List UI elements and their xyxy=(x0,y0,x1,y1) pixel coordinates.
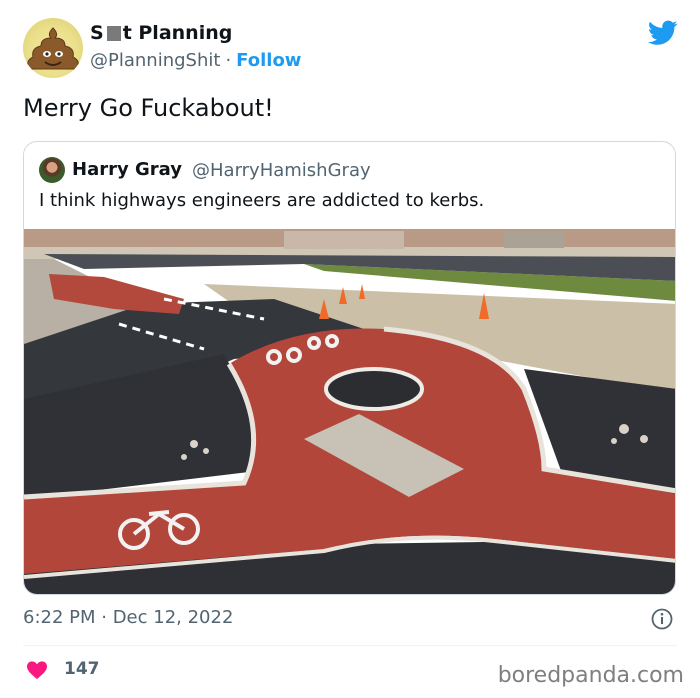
author-name-prefix: S xyxy=(90,22,104,44)
info-icon[interactable] xyxy=(651,608,673,630)
like-count: 147 xyxy=(64,659,100,679)
author-handle[interactable]: @PlanningShit xyxy=(90,50,220,71)
censor-block xyxy=(106,25,121,41)
quote-avatar[interactable] xyxy=(39,157,65,183)
follow-button[interactable]: Follow xyxy=(236,50,301,71)
quoted-tweet-card[interactable]: Harry Gray @HarryHamishGray I think high… xyxy=(23,141,676,595)
author-name-suffix: t Planning xyxy=(122,22,233,44)
author-handle-row: @PlanningShit · Follow xyxy=(90,50,301,71)
divider xyxy=(23,645,677,646)
cycle-lane-roundabout-photo[interactable] xyxy=(24,229,676,595)
avatar[interactable] xyxy=(23,18,83,78)
quote-text: I think highways engineers are addicted … xyxy=(39,190,485,211)
quote-author-handle[interactable]: @HarryHamishGray xyxy=(192,160,371,181)
watermark: boredpanda.com xyxy=(497,663,684,688)
author-name[interactable]: S t Planning xyxy=(90,22,232,44)
heart-icon[interactable] xyxy=(26,660,48,680)
tweet-text: Merry Go Fuckabout! xyxy=(23,94,274,122)
twitter-bird-icon[interactable] xyxy=(648,20,678,46)
poop-emoji-icon xyxy=(27,27,79,70)
separator-dot: · xyxy=(225,50,232,71)
tweet-timestamp[interactable]: 6:22 PM · Dec 12, 2022 xyxy=(23,607,233,628)
quote-author-name[interactable]: Harry Gray xyxy=(72,159,182,180)
